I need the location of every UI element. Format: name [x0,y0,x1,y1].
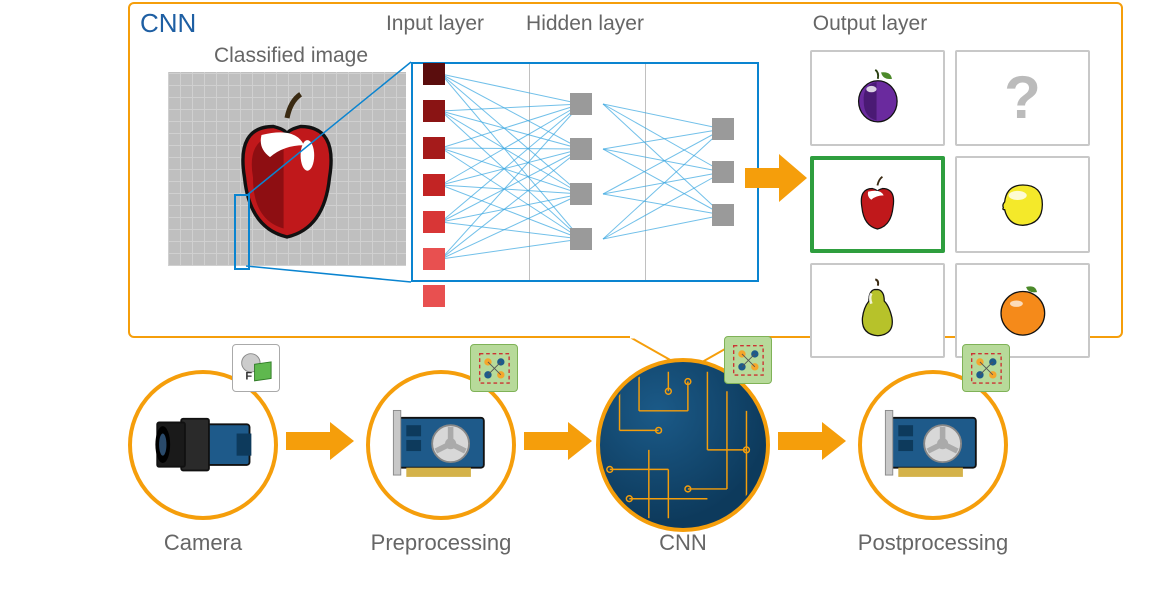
hidden-node [712,204,734,226]
input-node [423,174,445,196]
hidden-node [712,161,734,183]
cnn-title: CNN [140,8,196,39]
pipeline: F Camera [128,370,1131,600]
input-node [423,248,445,270]
hidden-layer-label: Hidden layer [510,12,660,36]
net-model-badge-icon [470,344,518,392]
stage-postprocessing [858,370,1008,520]
arrow-icon [745,154,811,202]
gpu-card-icon [386,402,497,487]
cnn-box: CNN Classified image Input layer Hidden … [128,2,1123,338]
pixel-strip-highlight [234,194,250,270]
neural-network [411,62,759,282]
orange-icon [977,278,1069,342]
output-layer-label: Output layer [790,12,950,36]
hidden-node [570,183,592,205]
stage-label: Postprocessing [843,530,1023,556]
gpu-card-icon [878,402,989,487]
net-model-badge-icon [724,336,772,384]
input-layer-label: Input layer [365,12,505,36]
hidden-node [570,93,592,115]
output-class-pear [810,263,945,359]
hidden-node [570,228,592,250]
circuit-chip-icon [600,362,766,528]
stage-camera: F [128,370,278,520]
stage-cnn [596,358,770,532]
output-class-apple [810,156,945,253]
fabimage-badge-icon: F [232,344,280,392]
stage-label: Camera [113,530,293,556]
input-node [423,63,445,85]
lemon-icon [977,172,1069,237]
apple-icon [833,173,922,235]
question-mark-icon: ? [1004,63,1041,132]
cnn-pipeline-diagram: CNN Classified image Input layer Hidden … [128,0,1131,613]
input-node [423,285,445,307]
input-node [423,211,445,233]
net-model-badge-icon [962,344,1010,392]
svg-text:F: F [245,370,252,382]
classified-image-label: Classified image [176,44,406,68]
output-class-grid: ? [810,50,1090,330]
camera-icon [148,402,259,487]
output-class-plum [810,50,945,146]
hidden-node [712,118,734,140]
hidden-node [570,138,592,160]
apple-icon [192,84,382,254]
stage-label: Preprocessing [351,530,531,556]
pear-icon [832,278,924,342]
input-node [423,100,445,122]
output-class-lemon [955,156,1090,253]
stage-preprocessing [366,370,516,520]
plum-icon [832,66,924,130]
classified-image-thumbnail [168,72,406,266]
output-class-unknown: ? [955,50,1090,146]
stage-label: CNN [593,530,773,556]
input-node [423,137,445,159]
